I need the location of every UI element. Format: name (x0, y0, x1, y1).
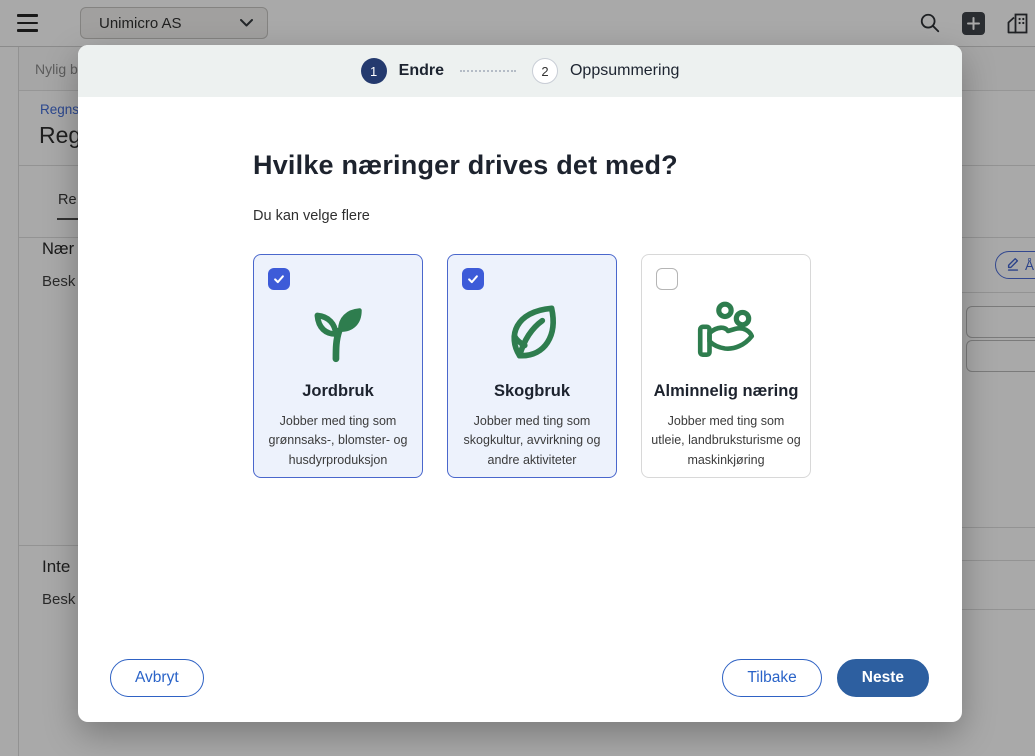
card-title: Jordbruk (302, 382, 374, 401)
card-description: Jobber med ting som utleie, landbrukstur… (650, 412, 802, 470)
card-description: Jobber med ting som skogkultur, avvirkni… (456, 412, 608, 470)
card-checkbox[interactable] (268, 268, 290, 290)
modal-body: Hvilke næringer drives det med? Du kan v… (78, 97, 962, 478)
step-2-label: Oppsummering (570, 62, 679, 80)
card-checkbox[interactable] (462, 268, 484, 290)
card-title: Skogbruk (494, 382, 570, 401)
footer-right-group: Tilbake Neste (722, 659, 929, 697)
step-2: 2 Oppsummering (532, 58, 679, 84)
wizard-steps: 1 Endre 2 Oppsummering (78, 45, 962, 97)
card-title: Alminnelig næring (654, 382, 799, 401)
step-2-number: 2 (532, 58, 558, 84)
question-title: Hvilke næringer drives det med? (253, 150, 962, 181)
card-description: Jobber med ting som grønnsaks-, blomster… (262, 412, 414, 470)
option-cards: Jordbruk Jobber med ting som grønnsaks-,… (253, 254, 962, 478)
card-checkbox[interactable] (656, 268, 678, 290)
step-connector (460, 70, 516, 72)
step-1-label: Endre (399, 62, 444, 80)
hand-coins-icon (693, 296, 759, 368)
card-alminnelig-naering[interactable]: Alminnelig næring Jobber med ting som ut… (641, 254, 811, 478)
cancel-button[interactable]: Avbryt (110, 659, 204, 697)
step-1-number: 1 (361, 58, 387, 84)
next-button[interactable]: Neste (837, 659, 929, 697)
card-skogbruk[interactable]: Skogbruk Jobber med ting som skogkultur,… (447, 254, 617, 478)
back-button[interactable]: Tilbake (722, 659, 821, 697)
modal-footer: Avbryt Tilbake Neste (110, 659, 929, 697)
sprout-icon (305, 296, 371, 368)
leaf-icon (499, 296, 565, 368)
card-jordbruk[interactable]: Jordbruk Jobber med ting som grønnsaks-,… (253, 254, 423, 478)
wizard-modal: 1 Endre 2 Oppsummering Hvilke næringer d… (78, 45, 962, 722)
question-subtitle: Du kan velge flere (253, 208, 962, 224)
step-1: 1 Endre (361, 58, 444, 84)
